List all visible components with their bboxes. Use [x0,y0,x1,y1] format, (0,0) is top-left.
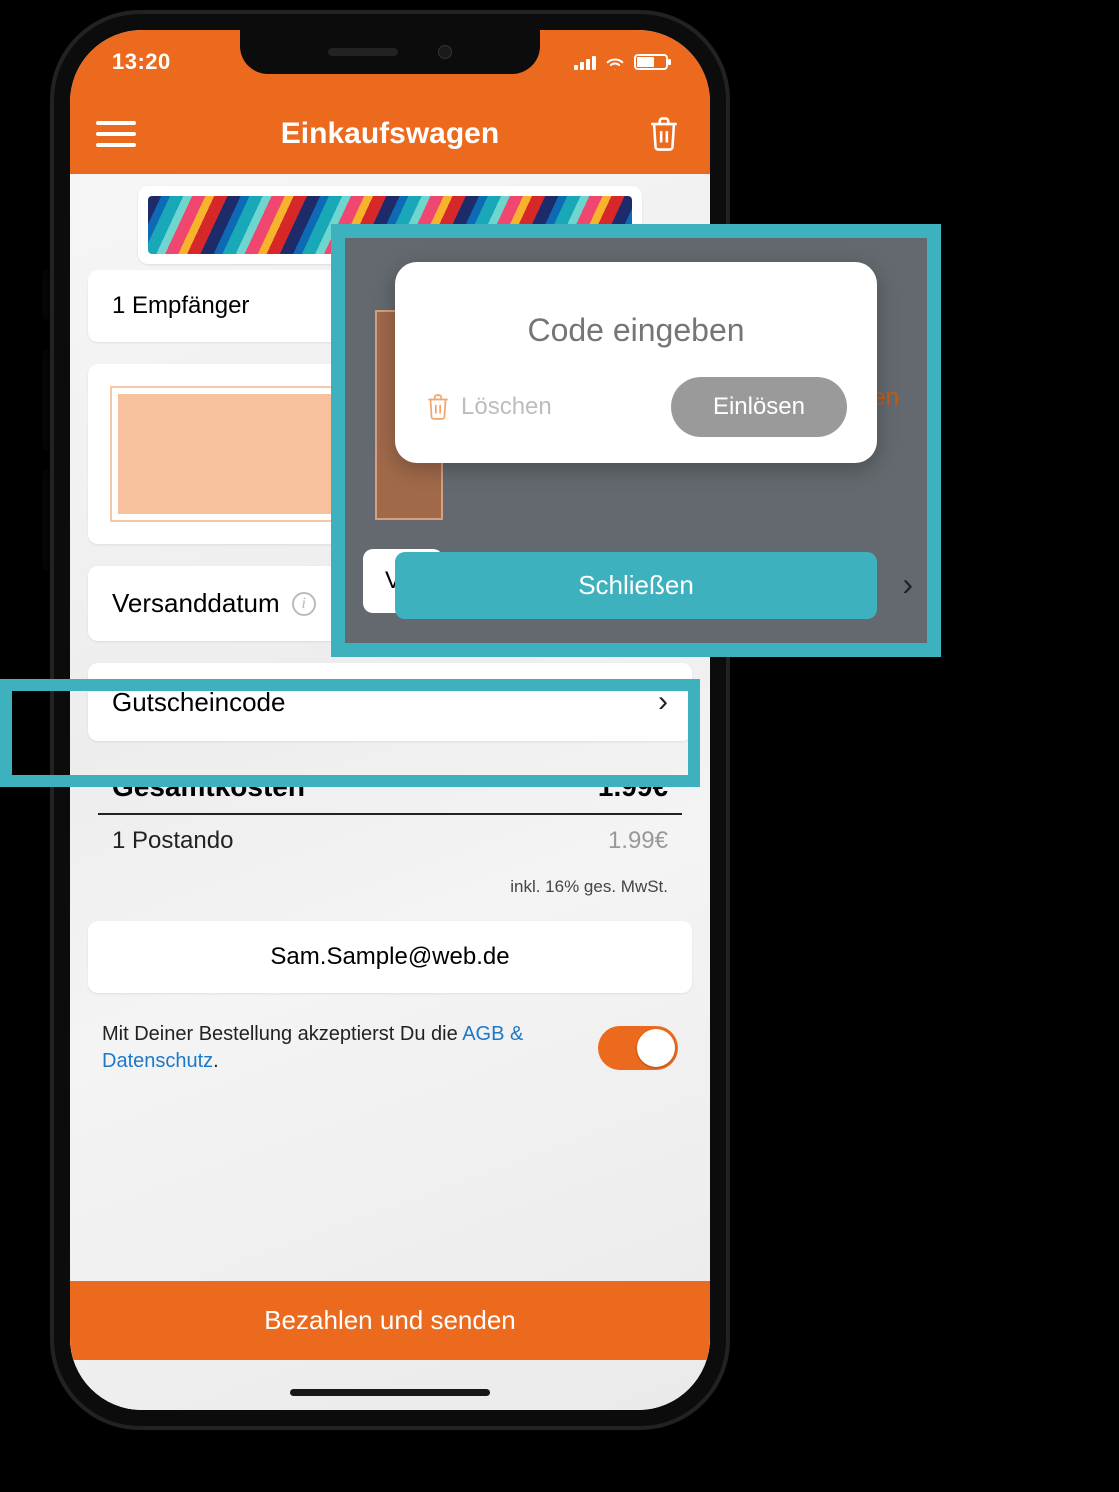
total-label: Gesamtkosten [112,771,305,803]
toggle-knob [637,1029,675,1067]
coupon-modal-callout: en Ve › Löschen Einlösen Schließ [331,224,941,657]
line-item-label: 1 Postando [112,827,233,855]
home-indicator[interactable] [290,1389,490,1396]
terms-row: Mit Deiner Bestellung akzeptierst Du die… [88,1015,692,1089]
coupon-code-input[interactable] [425,298,847,377]
menu-button[interactable] [96,121,136,147]
coupon-code-row[interactable]: Gutscheincode › [88,663,692,741]
close-label: Schließen [578,570,694,600]
recipients-label: 1 Empfänger [112,292,249,319]
pay-button[interactable]: Bezahlen und senden [70,1281,710,1360]
status-icons [574,54,668,71]
email-value: Sam.Sample@web.de [270,943,509,970]
modal-actions: Löschen Einlösen [425,377,847,437]
line-item-row: 1 Postando 1.99€ [98,815,682,859]
coupon-entry-popup: Löschen Einlösen [395,262,877,463]
front-camera [438,45,452,59]
pay-label: Bezahlen und senden [264,1305,516,1335]
chevron-right-icon: › [902,566,913,603]
nav-header: Einkaufswagen [70,94,710,174]
terms-suffix: . [213,1050,219,1072]
phone-frame: 13:20 Einkaufswagen [50,10,730,1430]
modal-backdrop: en Ve › Löschen Einlösen Schließ [345,238,927,643]
wifi-icon [604,54,626,71]
clear-cart-button[interactable] [644,115,684,153]
battery-icon [634,54,668,70]
cellular-signal-icon [574,54,596,70]
info-icon[interactable]: i [292,592,316,616]
shipping-date-label: Versanddatum [112,588,280,619]
email-row[interactable]: Sam.Sample@web.de [88,921,692,993]
delete-code-button[interactable]: Löschen [425,393,552,421]
chevron-right-icon: › [658,685,668,719]
trash-icon [425,393,451,421]
coupon-code-label: Gutscheincode [112,687,285,718]
total-value: 1.99€ [598,771,668,803]
volume-up-button[interactable] [42,270,50,320]
terms-prefix: Mit Deiner Bestellung akzeptierst Du die [102,1023,462,1045]
vat-note: inkl. 16% ges. MwSt. [98,859,682,903]
notch [240,30,540,74]
delete-label: Löschen [461,393,552,421]
mute-switch[interactable] [42,470,50,570]
redeem-label: Einlösen [713,393,805,420]
total-row: Gesamtkosten 1.99€ [98,763,682,815]
terms-toggle[interactable] [598,1026,678,1070]
redeem-button[interactable]: Einlösen [671,377,847,437]
page-title: Einkaufswagen [136,117,644,151]
trash-icon [647,115,681,153]
totals-section: Gesamtkosten 1.99€ 1 Postando 1.99€ inkl… [88,763,692,903]
clock: 13:20 [112,49,171,75]
line-item-value: 1.99€ [608,827,668,855]
terms-text: Mit Deiner Bestellung akzeptierst Du die… [102,1021,532,1075]
close-modal-button[interactable]: Schließen [395,552,877,619]
speaker [328,48,398,56]
volume-down-button[interactable] [42,350,50,450]
